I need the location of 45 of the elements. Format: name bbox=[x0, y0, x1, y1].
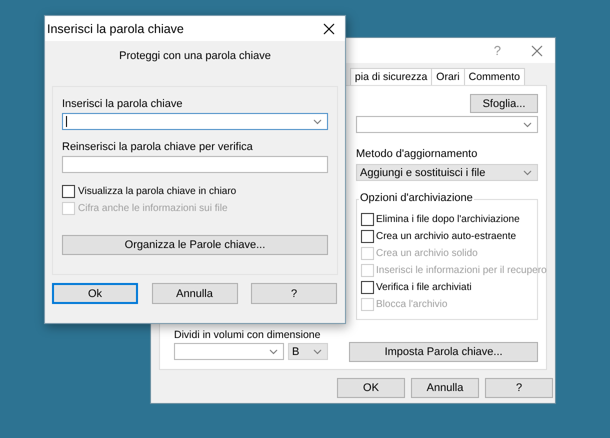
checkbox[interactable] bbox=[361, 230, 374, 243]
field-label: Dividi in volumi con dimensione bbox=[174, 328, 322, 342]
checkbox-label: Elimina i file dopo l'archiviazione bbox=[376, 214, 520, 225]
password-dropdown[interactable] bbox=[62, 113, 328, 130]
field-label: Inserisci la parola chiave bbox=[62, 97, 184, 111]
dropdown-value: B bbox=[292, 346, 300, 358]
close-icon[interactable] bbox=[323, 22, 335, 34]
dialog-button[interactable]: Annulla bbox=[411, 378, 479, 398]
tab[interactable]: pia di sicurezza bbox=[350, 68, 432, 85]
checkbox-label: Inserisci le informazioni per il recupero bbox=[376, 265, 547, 276]
caret-icon[interactable] bbox=[313, 348, 322, 354]
checkbox[interactable] bbox=[361, 281, 374, 294]
tab[interactable]: Orari bbox=[431, 68, 465, 85]
caret-icon[interactable] bbox=[269, 348, 278, 354]
checkbox[interactable] bbox=[361, 213, 374, 226]
checkbox-label: Crea un archivio auto-estraente bbox=[376, 231, 516, 242]
dialog-button[interactable]: OK bbox=[337, 378, 405, 398]
caret-icon[interactable] bbox=[523, 170, 532, 176]
caret-icon[interactable] bbox=[313, 118, 322, 124]
unit-dropdown[interactable]: B bbox=[288, 343, 328, 360]
manage-passwords-button[interactable]: Organizza le Parole chiave... bbox=[62, 235, 328, 255]
window-title: Inserisci la parola chiave bbox=[47, 22, 184, 36]
path-dropdown[interactable] bbox=[356, 116, 538, 133]
checkbox-label: Verifica i file archiviati bbox=[376, 282, 472, 293]
size-dropdown[interactable] bbox=[174, 343, 284, 360]
field-label: Metodo d'aggiornamento bbox=[356, 147, 478, 161]
checkbox-label: Blocca l'archivio bbox=[376, 299, 448, 310]
field-label: Reinserisci la parola chiave per verifica bbox=[62, 140, 254, 154]
dialog-button[interactable]: Annulla bbox=[152, 283, 238, 304]
dialog-button[interactable]: ? bbox=[251, 283, 337, 304]
update-method-dropdown[interactable]: Aggiungi e sostituisci i file bbox=[356, 164, 538, 181]
dialog-heading: Proteggi con una parola chiave bbox=[118, 50, 272, 64]
checkbox-label: Crea un archivio solido bbox=[376, 248, 478, 259]
tab[interactable]: Commento bbox=[464, 68, 525, 85]
checkbox-label: Cifra anche le informazioni sui file bbox=[78, 203, 228, 214]
set-password-button[interactable]: Imposta Parola chiave... bbox=[349, 342, 538, 362]
dialog-button[interactable]: ? bbox=[485, 378, 553, 398]
checkbox-label: Visualizza la parola chiave in chiaro bbox=[78, 186, 236, 197]
group-title: Opzioni d'archiviazione bbox=[359, 192, 474, 204]
checkbox[interactable] bbox=[62, 185, 75, 198]
caret-icon[interactable] bbox=[523, 122, 532, 128]
input-field[interactable] bbox=[62, 156, 328, 173]
dropdown-value: Aggiungi e sostituisci i file bbox=[360, 166, 486, 178]
browse-button[interactable]: Sfoglia... bbox=[470, 94, 538, 113]
dialog-button[interactable]: Ok bbox=[52, 283, 138, 304]
